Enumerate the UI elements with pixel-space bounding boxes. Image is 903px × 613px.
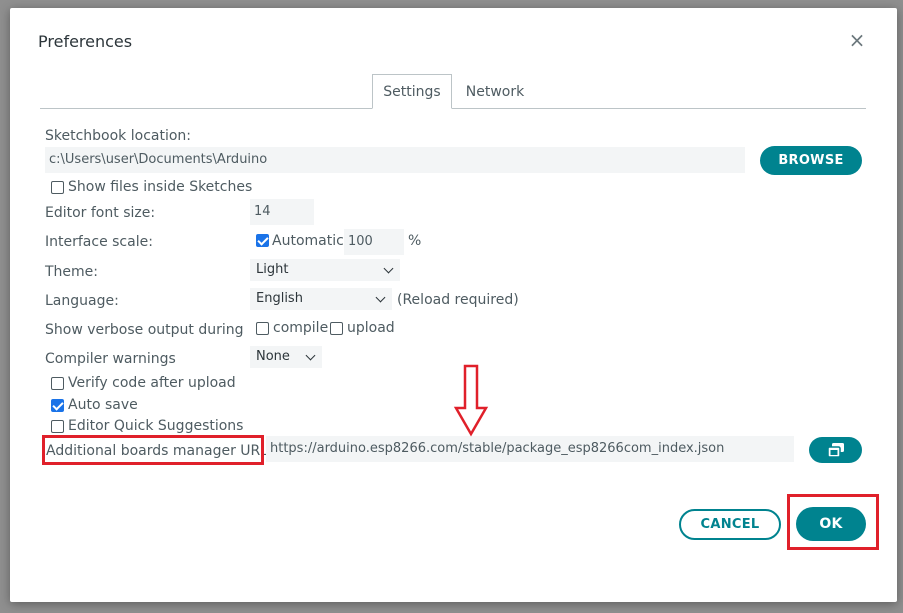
annotation-arrow-down-icon (453, 364, 489, 437)
sketchbook-location-input[interactable]: c:\Users\user\Documents\Arduino (45, 147, 745, 173)
show-files-label: Show files inside Sketches (68, 179, 253, 195)
close-icon[interactable]: × (846, 30, 868, 52)
language-reload-note: (Reload required) (397, 292, 519, 308)
quick-suggestions-checkbox[interactable] (51, 420, 64, 433)
browse-button[interactable]: BROWSE (760, 146, 862, 175)
annotation-box-boards-label (42, 435, 264, 465)
verbose-compile-checkbox[interactable] (256, 322, 269, 335)
editor-font-size-label: Editor font size: (45, 205, 156, 221)
show-files-checkbox[interactable] (51, 181, 64, 194)
window-restore-icon (826, 443, 844, 458)
sketchbook-label: Sketchbook location: (45, 128, 192, 144)
interface-scale-input[interactable]: 100 (344, 229, 404, 255)
boards-manager-urls-input[interactable]: https://arduino.esp8266.com/stable/packa… (266, 436, 794, 462)
theme-selected-value: Light (256, 262, 289, 277)
dialog-title: Preferences (38, 32, 133, 51)
theme-select[interactable]: Light (250, 259, 400, 281)
interface-scale-label: Interface scale: (45, 234, 153, 250)
theme-label: Theme: (45, 264, 99, 280)
editor-font-size-input[interactable]: 14 (250, 199, 314, 225)
tab-settings[interactable]: Settings (372, 74, 452, 109)
automatic-scale-label: Automatic (272, 233, 344, 249)
language-label: Language: (45, 293, 119, 309)
annotation-box-ok (787, 494, 879, 550)
chevron-down-icon (383, 263, 394, 274)
tabs-divider (40, 108, 866, 109)
verbose-output-label: Show verbose output during (45, 322, 244, 338)
chevron-down-icon (305, 350, 316, 361)
verify-code-checkbox[interactable] (51, 377, 64, 390)
compiler-warnings-label: Compiler warnings (45, 351, 176, 367)
automatic-scale-checkbox[interactable] (256, 234, 269, 247)
interface-scale-unit: % (408, 233, 422, 249)
verbose-upload-checkbox[interactable] (330, 322, 343, 335)
auto-save-label: Auto save (68, 397, 138, 413)
tab-network-label: Network (465, 83, 525, 100)
cancel-button[interactable]: CANCEL (679, 509, 781, 540)
verbose-upload-label: upload (347, 320, 395, 336)
verbose-compile-label: compile (273, 320, 329, 336)
tab-network[interactable]: Network (456, 74, 534, 109)
quick-suggestions-label: Editor Quick Suggestions (68, 418, 244, 434)
language-select[interactable]: English (250, 288, 392, 310)
language-selected-value: English (256, 291, 303, 306)
boards-urls-edit-button[interactable] (809, 437, 862, 463)
chevron-down-icon (375, 292, 386, 303)
verify-code-label: Verify code after upload (68, 375, 236, 391)
tab-settings-label: Settings (383, 83, 441, 100)
preferences-dialog: Preferences × Settings Network Sketchboo… (10, 8, 897, 602)
compiler-warnings-select[interactable]: None (250, 346, 322, 368)
compiler-warnings-selected-value: None (256, 349, 290, 364)
auto-save-checkbox[interactable] (51, 399, 64, 412)
